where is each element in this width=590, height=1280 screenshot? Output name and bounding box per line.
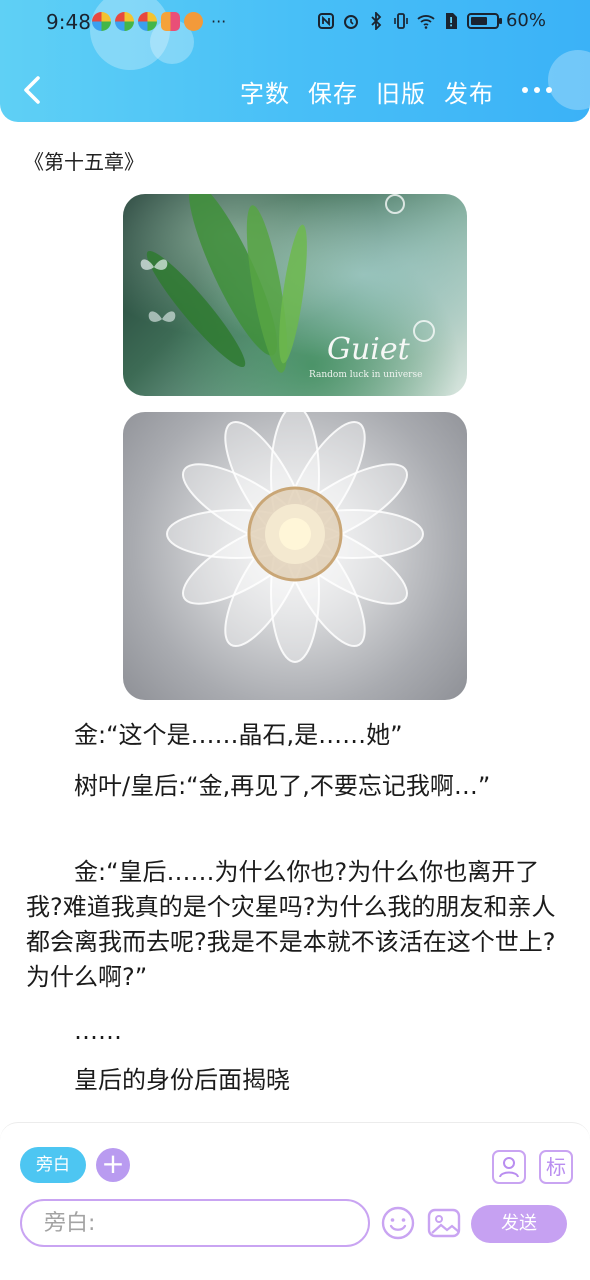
status-bar: 9:48 ··· 60% [0,0,590,46]
battery-percent: 60% [505,10,546,31]
image-upload-icon[interactable] [426,1205,462,1241]
sim-alert-icon [445,12,457,29]
top-bar: 9:48 ··· 60% 字数 保存 旧版 发布 [0,0,590,122]
app-notification-icon [138,12,157,31]
app-notification-icon [161,12,180,31]
more-menu-icon[interactable] [522,87,552,93]
old-version-button[interactable]: 旧版 [376,74,426,109]
publish-button[interactable]: 发布 [444,74,494,109]
message-composer: 旁白 + 标 发送 [0,1122,590,1280]
more-notifications-icon: ··· [211,12,227,31]
status-time: 9:48 [46,10,91,34]
word-count-button[interactable]: 字数 [240,74,290,109]
back-arrow-icon[interactable] [18,72,48,108]
chapter-title: 《第十五章》 [24,150,144,174]
story-paragraph: 树叶/皇后:“金,再见了,不要忘记我啊…” [74,772,491,800]
add-role-button[interactable]: + [96,1148,130,1182]
nfc-icon [317,12,334,29]
bubble-decoration [385,194,405,214]
bubble-decoration [413,320,435,342]
illustration-image-lamp[interactable] [123,412,467,700]
message-input-wrapper [20,1199,370,1247]
vibrate-icon [394,12,408,29]
app-notification-icon [115,12,134,31]
character-profile-icon[interactable] [492,1150,526,1184]
alarm-icon [343,14,358,29]
notification-icons: ··· [92,12,226,31]
story-paragraph: …… [74,1017,122,1045]
story-paragraph: 金:“皇后……为什么你也?为什么你也离开了我?难道我真的是个灾星吗?为什么我的朋… [26,858,556,991]
wifi-icon [417,14,435,29]
tag-button[interactable]: 标 [539,1150,573,1184]
message-input[interactable] [22,1201,368,1245]
butterfly-icon [148,311,176,322]
story-paragraph: 金:“这个是……晶石,是……她” [74,721,403,749]
chat-notification-icon [184,12,203,31]
save-button[interactable]: 保存 [308,74,358,109]
decor-bubble [548,50,590,110]
emoji-icon[interactable] [380,1205,416,1241]
bluetooth-icon [371,11,382,30]
send-button[interactable]: 发送 [471,1205,567,1243]
image-logo-text: Guiet [327,332,410,367]
image-subtitle-text: Random luck in universe [309,370,423,380]
app-notification-icon [92,12,111,31]
system-status: 60% [317,10,546,31]
battery-icon [466,12,502,29]
illustration-image-fairy[interactable]: Guiet Random luck in universe [123,194,467,396]
role-selector-chip[interactable]: 旁白 [20,1147,86,1183]
chapter-content: 《第十五章》 Guiet Random luck in universe 金:“… [0,122,590,1122]
toolbar-actions: 字数 保存 旧版 发布 [240,74,494,109]
crystal-lamp-graphic [166,412,424,663]
story-paragraph: 皇后的身份后面揭晓 [74,1066,290,1094]
butterfly-icon [140,259,168,270]
